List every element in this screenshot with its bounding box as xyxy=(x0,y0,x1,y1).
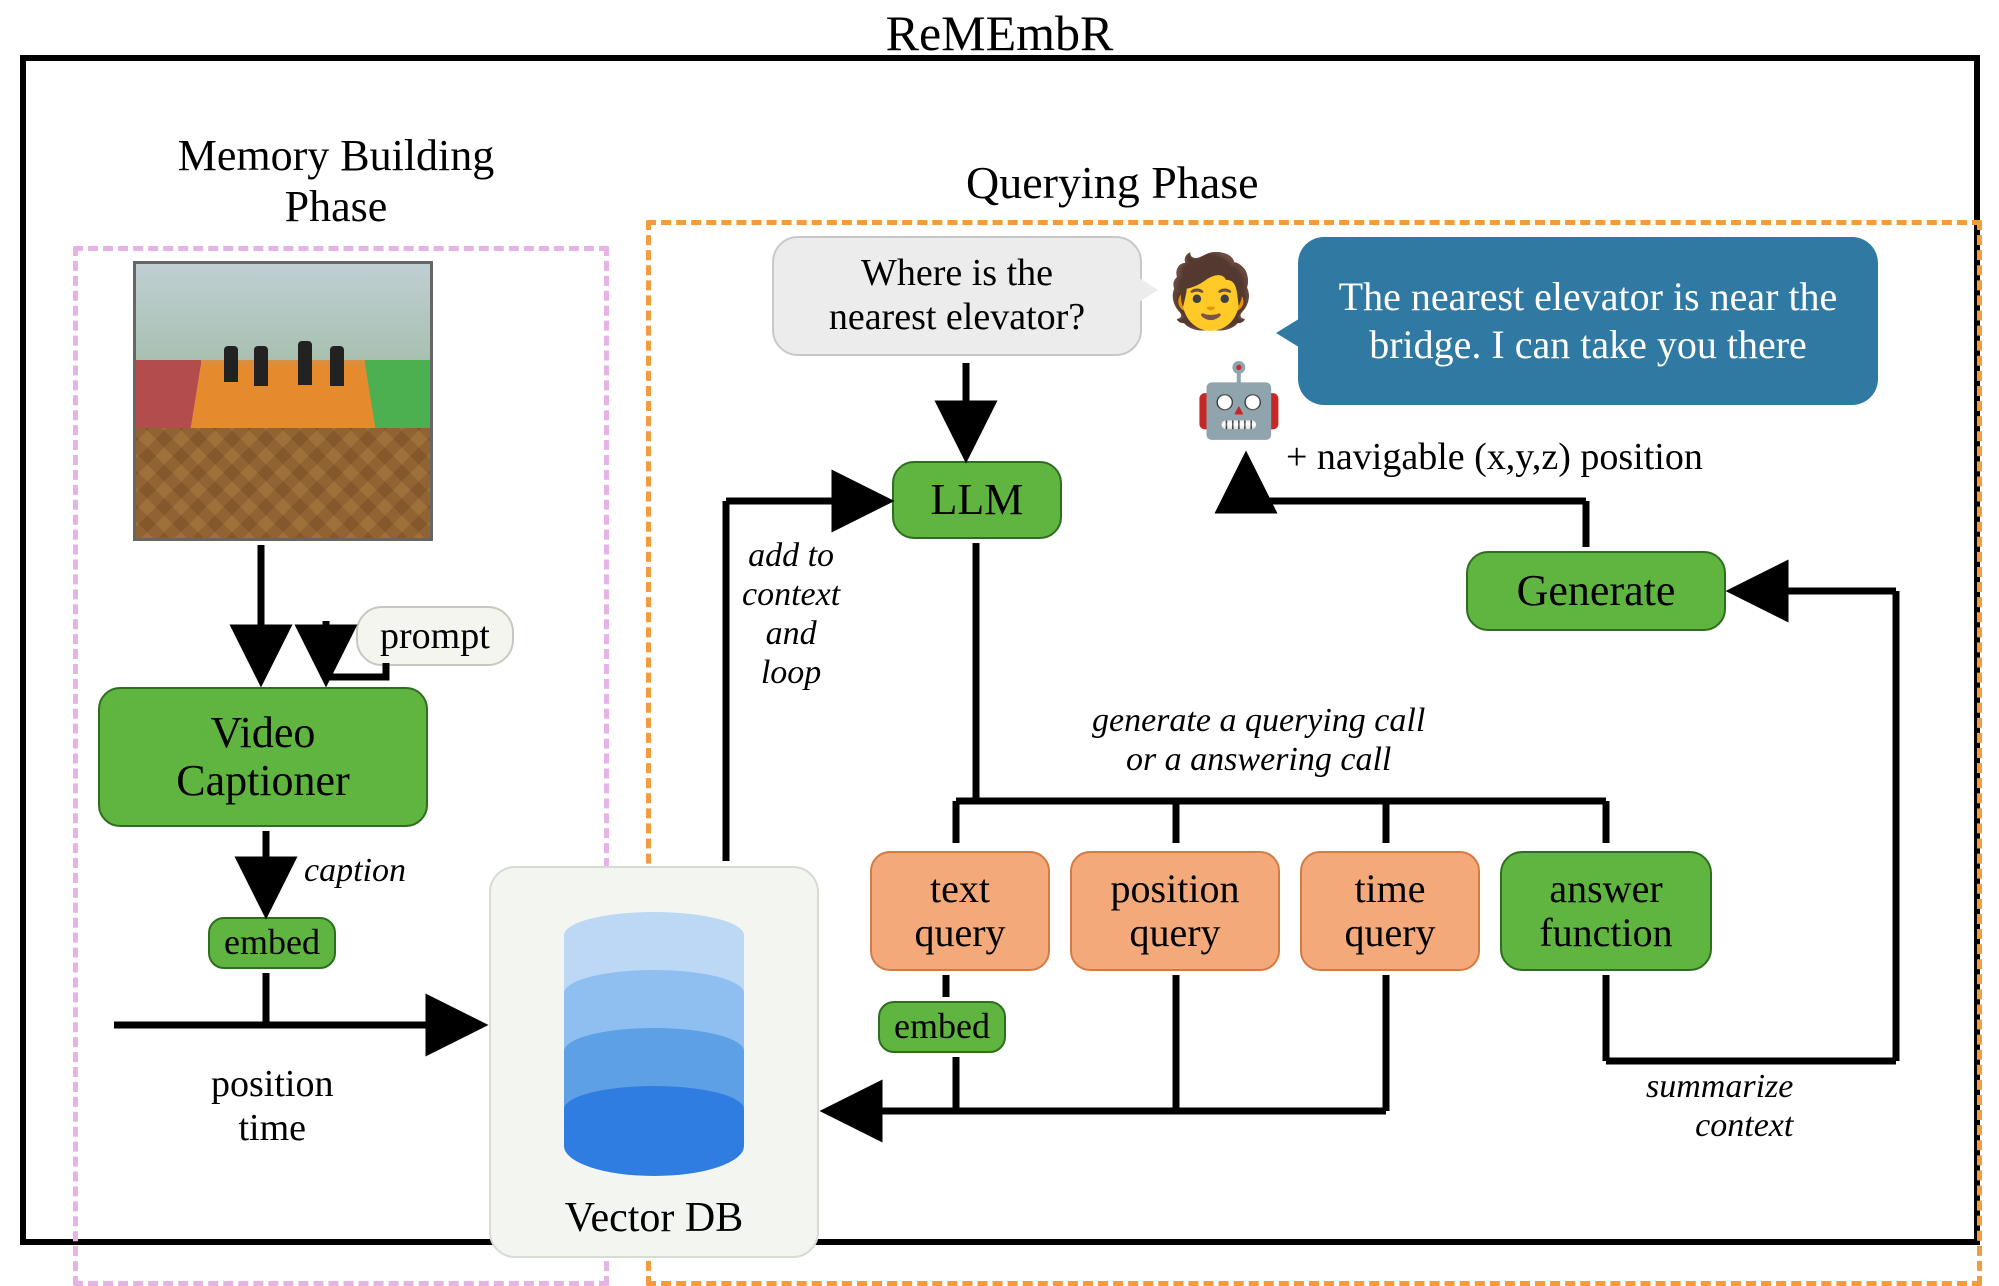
memory-embed-block: embed xyxy=(208,917,336,969)
summarize-context-note: summarize context xyxy=(1646,1067,1793,1145)
user-emoji-icon: 🧑 xyxy=(1166,256,1256,328)
robot-answer-bubble: The nearest elevator is near the bridge.… xyxy=(1298,237,1878,405)
answer-function-block: answer function xyxy=(1500,851,1712,971)
vector-db-block: Vector DB xyxy=(489,866,819,1258)
robot-emoji-icon: 🤖 xyxy=(1194,365,1284,437)
vector-db-label: Vector DB xyxy=(565,1194,743,1242)
generate-call-note: generate a querying call or a answering … xyxy=(1092,701,1425,779)
input-video-frame xyxy=(133,261,433,541)
outer-frame: Memory Building Phase Querying Phase pro… xyxy=(20,55,1980,1245)
prompt-label: prompt xyxy=(356,606,514,666)
memory-phase-title: Memory Building Phase xyxy=(126,131,546,232)
database-icon xyxy=(564,934,744,1176)
position-query-block: position query xyxy=(1070,851,1280,971)
caption-arrow-label: caption xyxy=(304,851,406,890)
add-to-context-note: add to context and loop xyxy=(742,536,840,692)
diagram-title: ReMEmbR xyxy=(886,4,1114,62)
navigable-position-note: + navigable (x,y,z) position xyxy=(1286,435,1703,479)
llm-block: LLM xyxy=(892,461,1062,539)
user-question-bubble: Where is the nearest elevator? xyxy=(772,236,1142,356)
video-captioner-block: Video Captioner xyxy=(98,687,428,827)
generate-block: Generate xyxy=(1466,551,1726,631)
query-phase-title: Querying Phase xyxy=(966,156,1259,209)
query-embed-block: embed xyxy=(878,1001,1006,1053)
position-time-label: position time xyxy=(211,1063,333,1150)
time-query-block: time query xyxy=(1300,851,1480,971)
text-query-block: text query xyxy=(870,851,1050,971)
